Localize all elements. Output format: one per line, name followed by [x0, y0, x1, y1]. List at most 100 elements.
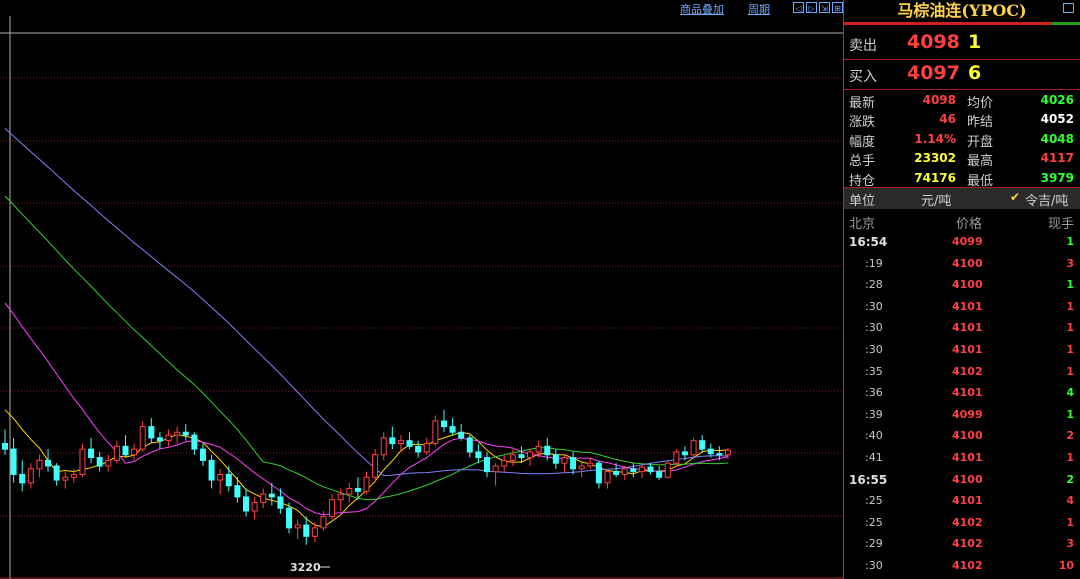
check-icon[interactable]: ✔	[1010, 190, 1020, 204]
tick-time: 16:55	[849, 472, 888, 487]
candle-body	[329, 499, 336, 518]
zoom-icon[interactable]: ⇲	[819, 2, 830, 13]
candle-body	[372, 454, 379, 478]
candle	[664, 460, 671, 479]
tick-row[interactable]: :30 4101 1	[844, 296, 1080, 318]
candle-body	[208, 459, 215, 481]
tick-time: :30	[865, 321, 883, 335]
tick-price: 4102	[952, 559, 983, 572]
candle	[440, 409, 447, 433]
candle	[415, 440, 422, 458]
chart-toolbar: 商品叠加 周期 ◁ ▷ ⇲ ⊞	[0, 0, 843, 16]
candle	[492, 463, 499, 486]
tick-time: :41	[865, 451, 883, 464]
unit-yuan-per-ton[interactable]: 元/吨	[921, 190, 951, 209]
tick-price: 4101	[952, 343, 983, 356]
tick-row[interactable]: :19 4100 3	[844, 253, 1080, 275]
contract-title: 马棕油连(YPOC)	[897, 1, 1027, 20]
candle-body	[2, 443, 8, 450]
unit-ringgit-per-ton[interactable]: 令吉/吨	[1025, 190, 1068, 209]
candle-body	[716, 453, 723, 456]
candle	[88, 437, 95, 464]
tick-price: 4101	[952, 386, 983, 400]
candle	[303, 516, 310, 545]
tick-row[interactable]: :28 4100 1	[844, 274, 1080, 296]
candle	[208, 454, 215, 489]
sell-label: 卖出	[849, 38, 877, 54]
tick-row[interactable]: 16:55 4100 2	[844, 469, 1080, 491]
tick-volume: 1	[1066, 407, 1074, 421]
stat-label: 最新	[849, 96, 876, 111]
tick-row[interactable]: :39 4099 1	[844, 404, 1080, 426]
tick-volume: 1	[1066, 364, 1074, 378]
candle	[501, 454, 508, 472]
tick-row[interactable]: :30 4102 10	[844, 555, 1080, 577]
tick-time: 16:54	[849, 235, 888, 249]
candle	[484, 451, 490, 478]
tick-row[interactable]: :36 4101 4	[844, 382, 1080, 404]
candle	[19, 460, 26, 492]
sell-volume: 1	[968, 31, 982, 53]
tick-time: :39	[865, 407, 883, 421]
stat-label: 开盘	[967, 134, 994, 150]
window-icon[interactable]	[1063, 3, 1074, 13]
candle-body	[113, 445, 120, 461]
tick-row[interactable]: :30 4101 1	[844, 317, 1080, 339]
candle-body	[664, 462, 671, 478]
overlay-commodity-link[interactable]: 商品叠加	[680, 1, 724, 17]
candle-body	[613, 471, 620, 475]
candle	[10, 437, 17, 483]
candle	[346, 482, 353, 503]
candle	[690, 437, 697, 458]
candle	[372, 449, 379, 483]
candle	[552, 449, 559, 469]
candle	[380, 432, 387, 461]
candle-body	[673, 451, 680, 464]
tick-price: 4102	[952, 364, 983, 378]
stat-value: 46	[939, 112, 956, 127]
quote-panel: 马棕油连(YPOC) 卖出 4098 1 买入 4097 6 最新 4098 均价 4…	[843, 0, 1080, 579]
stat-value: 4098	[922, 93, 956, 107]
candle-body	[268, 493, 275, 498]
tick-volume: 1	[1066, 515, 1074, 529]
tick-row[interactable]: :40 4100 2	[844, 425, 1080, 447]
tick-row[interactable]: :41 4101 1	[844, 447, 1080, 469]
tick-row[interactable]: :29 4102 3	[844, 533, 1080, 555]
tick-row[interactable]: :25 4102 1	[844, 512, 1080, 534]
stat-value: 4052	[1040, 112, 1074, 127]
candle-body	[156, 437, 163, 442]
candle-body	[19, 473, 26, 484]
candle-body	[88, 448, 95, 459]
tick-price: 4099	[952, 235, 983, 248]
candle-body	[397, 440, 404, 444]
candle	[423, 437, 430, 455]
tick-time: :25	[865, 515, 883, 529]
tick-volume: 3	[1066, 537, 1074, 551]
low-price-label: 3220	[290, 561, 321, 574]
tick-row[interactable]: :30 4101 1	[844, 339, 1080, 361]
candle-body	[70, 473, 77, 478]
layout-icon[interactable]: ⊞	[832, 2, 843, 13]
candle-body	[690, 440, 697, 456]
tick-row[interactable]: 16:54 4099 1	[844, 231, 1080, 253]
candlestick-chart[interactable]: 3220	[0, 16, 843, 579]
buy-volume: 6	[968, 62, 982, 84]
candle-body	[638, 466, 645, 473]
candle	[656, 466, 663, 481]
tick-time: :25	[865, 494, 883, 508]
stat-label: 均价	[967, 96, 994, 111]
scroll-left-icon[interactable]: ◁	[793, 2, 804, 13]
candle	[509, 449, 516, 466]
cycle-link[interactable]: 周期	[748, 1, 770, 17]
tick-header-price: 价格	[956, 217, 983, 232]
stat-label: 最低	[967, 173, 994, 189]
candle	[561, 454, 568, 472]
candle-body	[656, 471, 663, 478]
tick-row[interactable]: :35 4102 1	[844, 361, 1080, 383]
candle-body	[466, 437, 473, 453]
tick-row[interactable]: :25 4101 4	[844, 490, 1080, 512]
scroll-right-icon[interactable]: ▷	[806, 2, 817, 13]
candle-body	[294, 524, 301, 529]
tick-price: 4101	[952, 494, 983, 508]
tick-volume: 1	[1066, 278, 1074, 292]
